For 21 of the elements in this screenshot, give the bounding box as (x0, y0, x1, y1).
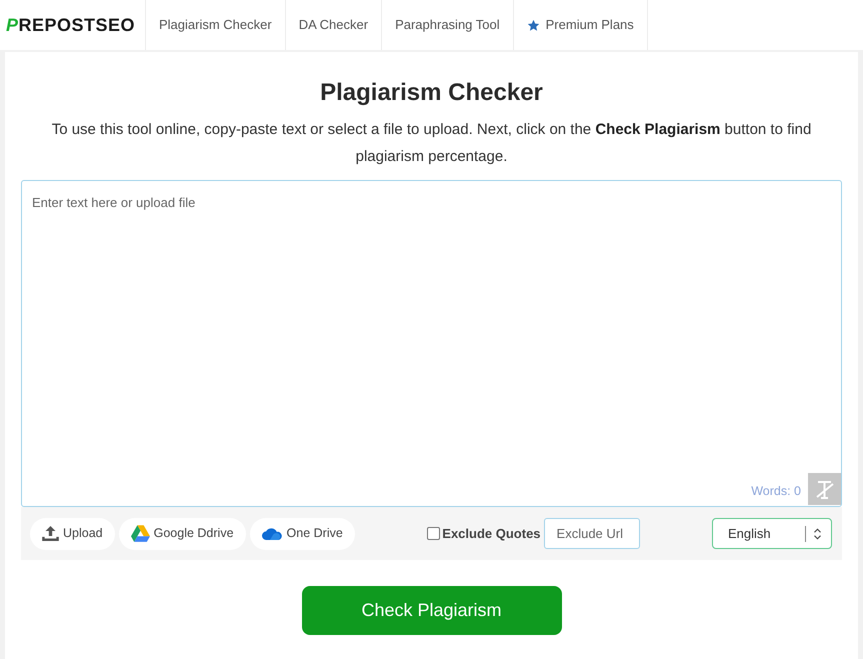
cloud-icon (262, 528, 283, 540)
source-button[interactable]: Google Ddrive (118, 518, 246, 550)
up-down-chevron-icon (813, 528, 822, 540)
checkbox-label[interactable]: Exclude Quotes (442, 524, 541, 544)
word-count: Words: 0 (751, 483, 801, 500)
site-logo[interactable]: PREPOSTSEO (6, 16, 136, 34)
nav-link[interactable]: Plagiarism Checker (145, 0, 285, 50)
drive-triangle-icon (130, 525, 150, 542)
page-title: Plagiarism Checker (320, 78, 543, 108)
language-select[interactable]: English (712, 518, 832, 549)
description-text: To use this tool online, copy-paste text or select a file to upload. Next, click on the Check Plagiarism button to find plagiarism percentage. (50, 120, 812, 167)
upload-icon (42, 526, 59, 541)
nav-link[interactable]: Premium Plans (512, 0, 647, 50)
nav-link[interactable]: Paraphrasing Tool (381, 0, 513, 50)
star-icon (526, 18, 540, 32)
check-plagiarism-button[interactable]: Check Plagiarism (302, 586, 562, 635)
source-button[interactable]: One Drive (250, 518, 355, 550)
nav-link[interactable]: DA Checker (284, 0, 382, 50)
exclude-url-field[interactable]: Exclude Url (544, 518, 640, 549)
checkbox[interactable] (427, 527, 440, 540)
source-button[interactable]: Upload (30, 518, 115, 550)
